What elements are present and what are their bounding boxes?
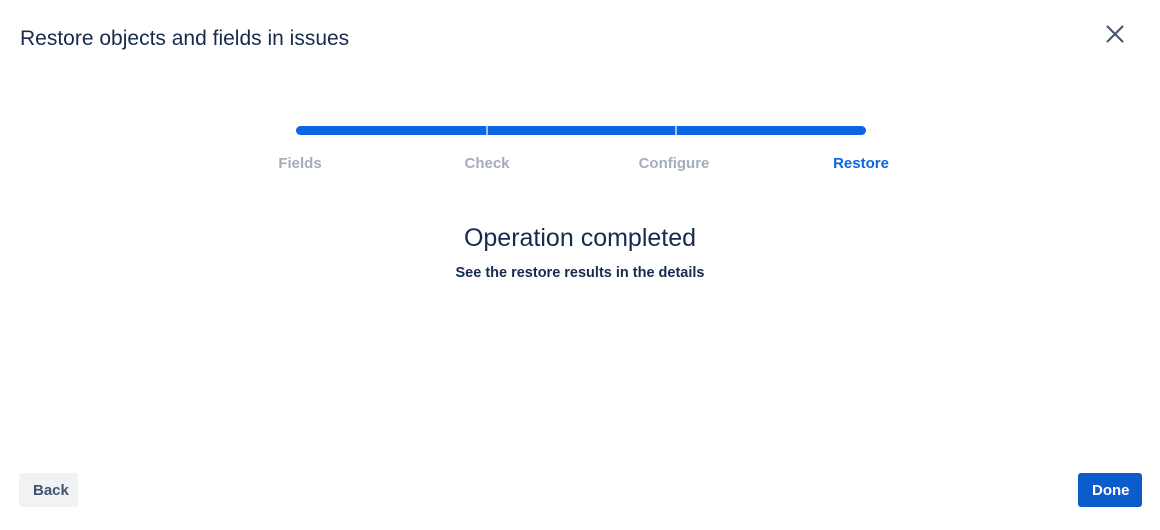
step-fields: Fields	[278, 155, 322, 172]
done-button[interactable]: Done	[1078, 473, 1142, 507]
close-button[interactable]	[1100, 20, 1130, 50]
step-configure: Configure	[638, 155, 710, 172]
step-check: Check	[464, 155, 510, 172]
progress-divider	[675, 126, 677, 135]
step-restore: Restore	[833, 155, 889, 172]
back-button[interactable]: Back	[19, 473, 78, 507]
result-subtitle: See the restore results in the details	[455, 265, 705, 281]
restore-dialog: Restore objects and fields in issues Fie…	[0, 0, 1160, 530]
result-title: Operation completed	[463, 224, 697, 252]
progress-fill	[296, 126, 866, 135]
progress-divider	[486, 126, 488, 135]
dialog-title: Restore objects and fields in issues	[20, 27, 350, 50]
wizard-progress-bar	[296, 126, 866, 135]
close-icon	[1106, 25, 1124, 46]
